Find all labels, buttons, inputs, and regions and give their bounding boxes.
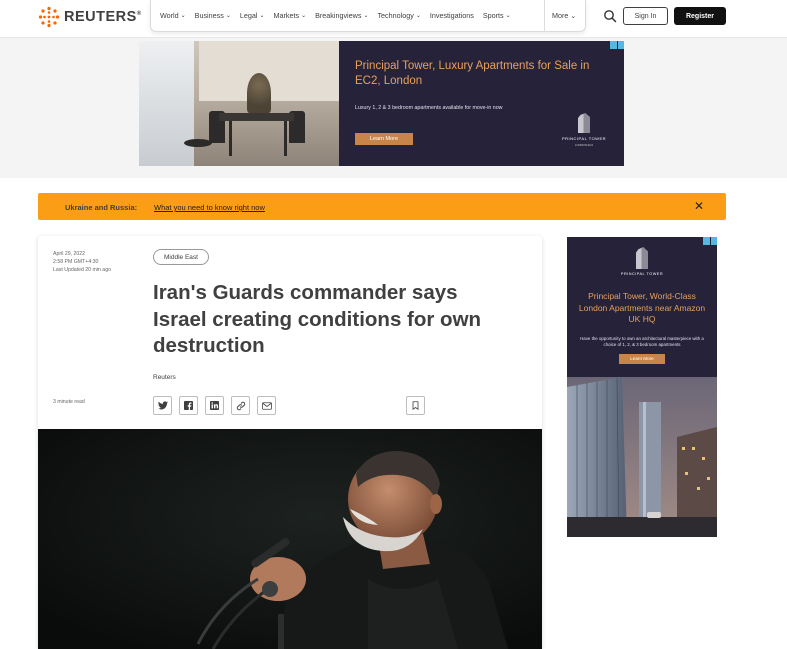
- twitter-icon: [157, 401, 168, 410]
- email-share-button[interactable]: [257, 396, 276, 415]
- article-updated: Last Updated 20 min ago: [53, 267, 111, 273]
- sidebar-ad[interactable]: PRINCIPAL TOWER Principal Tower, World-C…: [567, 237, 717, 537]
- ad-interior-photo: [139, 41, 339, 166]
- side-ad-city-photo: [567, 377, 717, 537]
- side-ad-learn-more-button[interactable]: Learn More: [619, 353, 665, 364]
- chevron-down-icon: ⌄: [570, 11, 577, 20]
- facebook-icon: [184, 401, 193, 410]
- close-icon[interactable]: ✕: [694, 199, 704, 213]
- nav-more-button[interactable]: More ⌄: [552, 11, 576, 20]
- linkedin-share-button[interactable]: [205, 396, 224, 415]
- ad-brand-logo: PRINCIPAL TOWER LONDON EC2: [557, 113, 611, 147]
- chevron-down-icon: ⌄: [415, 13, 421, 19]
- adchoices-icon[interactable]: [610, 41, 624, 49]
- logo-wordmark: REUTERS®: [64, 9, 142, 25]
- nav-item-breakingviews[interactable]: Breakingviews ⌄: [315, 11, 368, 20]
- nav-divider: [544, 0, 545, 31]
- register-button[interactable]: Register: [674, 7, 726, 25]
- twitter-share-button[interactable]: [153, 396, 172, 415]
- reuters-logo-icon: [38, 6, 60, 28]
- chevron-down-icon: ⌄: [505, 13, 511, 19]
- side-ad-subtext: Have the opportunity to own an architect…: [580, 335, 704, 347]
- read-time: 3 minute read: [53, 399, 85, 405]
- sign-in-button[interactable]: Sign In: [623, 7, 668, 25]
- chevron-down-icon: ⌄: [259, 13, 265, 19]
- main-nav: World ⌄ Business ⌄ Legal ⌄ Markets ⌄ Breakin…: [150, 0, 586, 32]
- nav-item-sports[interactable]: Sports ⌄: [483, 11, 511, 20]
- nav-item-legal[interactable]: Legal ⌄: [240, 11, 265, 20]
- adchoices-icon[interactable]: [703, 237, 717, 245]
- chevron-down-icon: ⌄: [363, 13, 369, 19]
- nav-item-world[interactable]: World ⌄: [160, 11, 186, 20]
- envelope-icon: [261, 401, 272, 410]
- bookmark-icon: [412, 401, 419, 410]
- search-icon[interactable]: [603, 9, 617, 23]
- chevron-down-icon: ⌄: [225, 13, 231, 19]
- banner-link[interactable]: What you need to know right now: [154, 203, 265, 212]
- tower-icon: [636, 247, 648, 269]
- nav-item-technology[interactable]: Technology ⌄: [377, 11, 420, 20]
- article-card: April 29, 2022 2:58 PM GMT+4:30 Last Upd…: [38, 236, 542, 649]
- article-photo[interactable]: [38, 429, 542, 649]
- top-banner-ad[interactable]: Principal Tower, Luxury Apartments for S…: [139, 41, 624, 166]
- article-dateline: April 29, 2022 2:58 PM GMT+4:30 Last Upd…: [53, 250, 111, 274]
- bookmark-button[interactable]: [406, 396, 425, 415]
- side-ad-brand: PRINCIPAL TOWER: [620, 272, 664, 276]
- linkedin-icon: [210, 401, 219, 410]
- nav-item-investigations[interactable]: Investigations: [430, 11, 474, 20]
- speaker-photo-illustration: [38, 429, 542, 649]
- reuters-logo[interactable]: REUTERS®: [38, 6, 142, 28]
- tower-icon: [578, 113, 590, 133]
- article-date: April 29, 2022: [53, 251, 86, 257]
- nav-item-business[interactable]: Business ⌄: [195, 11, 231, 20]
- nav-item-markets[interactable]: Markets ⌄: [274, 11, 307, 20]
- banner-topic: Ukraine and Russia:: [65, 203, 138, 212]
- chevron-down-icon: ⌄: [180, 13, 186, 19]
- article-title: Iran's Guards commander says Israel crea…: [153, 281, 482, 357]
- ad-subtext: Luxury 1, 2 & 3 bedroom apartments avail…: [355, 105, 503, 111]
- ad-learn-more-button[interactable]: Learn More: [355, 133, 413, 145]
- facebook-share-button[interactable]: [179, 396, 198, 415]
- share-buttons: [153, 396, 276, 415]
- breaking-news-banner: Ukraine and Russia: What you need to kno…: [38, 193, 726, 220]
- ad-headline: Principal Tower, Luxury Apartments for S…: [355, 60, 590, 87]
- section-tag[interactable]: Middle East: [153, 249, 209, 265]
- site-header: REUTERS® World ⌄ Business ⌄ Legal ⌄ Markets…: [0, 0, 787, 38]
- link-icon: [236, 401, 245, 410]
- article-byline[interactable]: Reuters: [153, 374, 176, 381]
- side-ad-headline: Principal Tower, World-Class London Apar…: [578, 291, 706, 324]
- chevron-down-icon: ⌄: [301, 13, 307, 19]
- copy-link-button[interactable]: [231, 396, 250, 415]
- article-time: 2:58 PM GMT+4:30: [53, 259, 99, 265]
